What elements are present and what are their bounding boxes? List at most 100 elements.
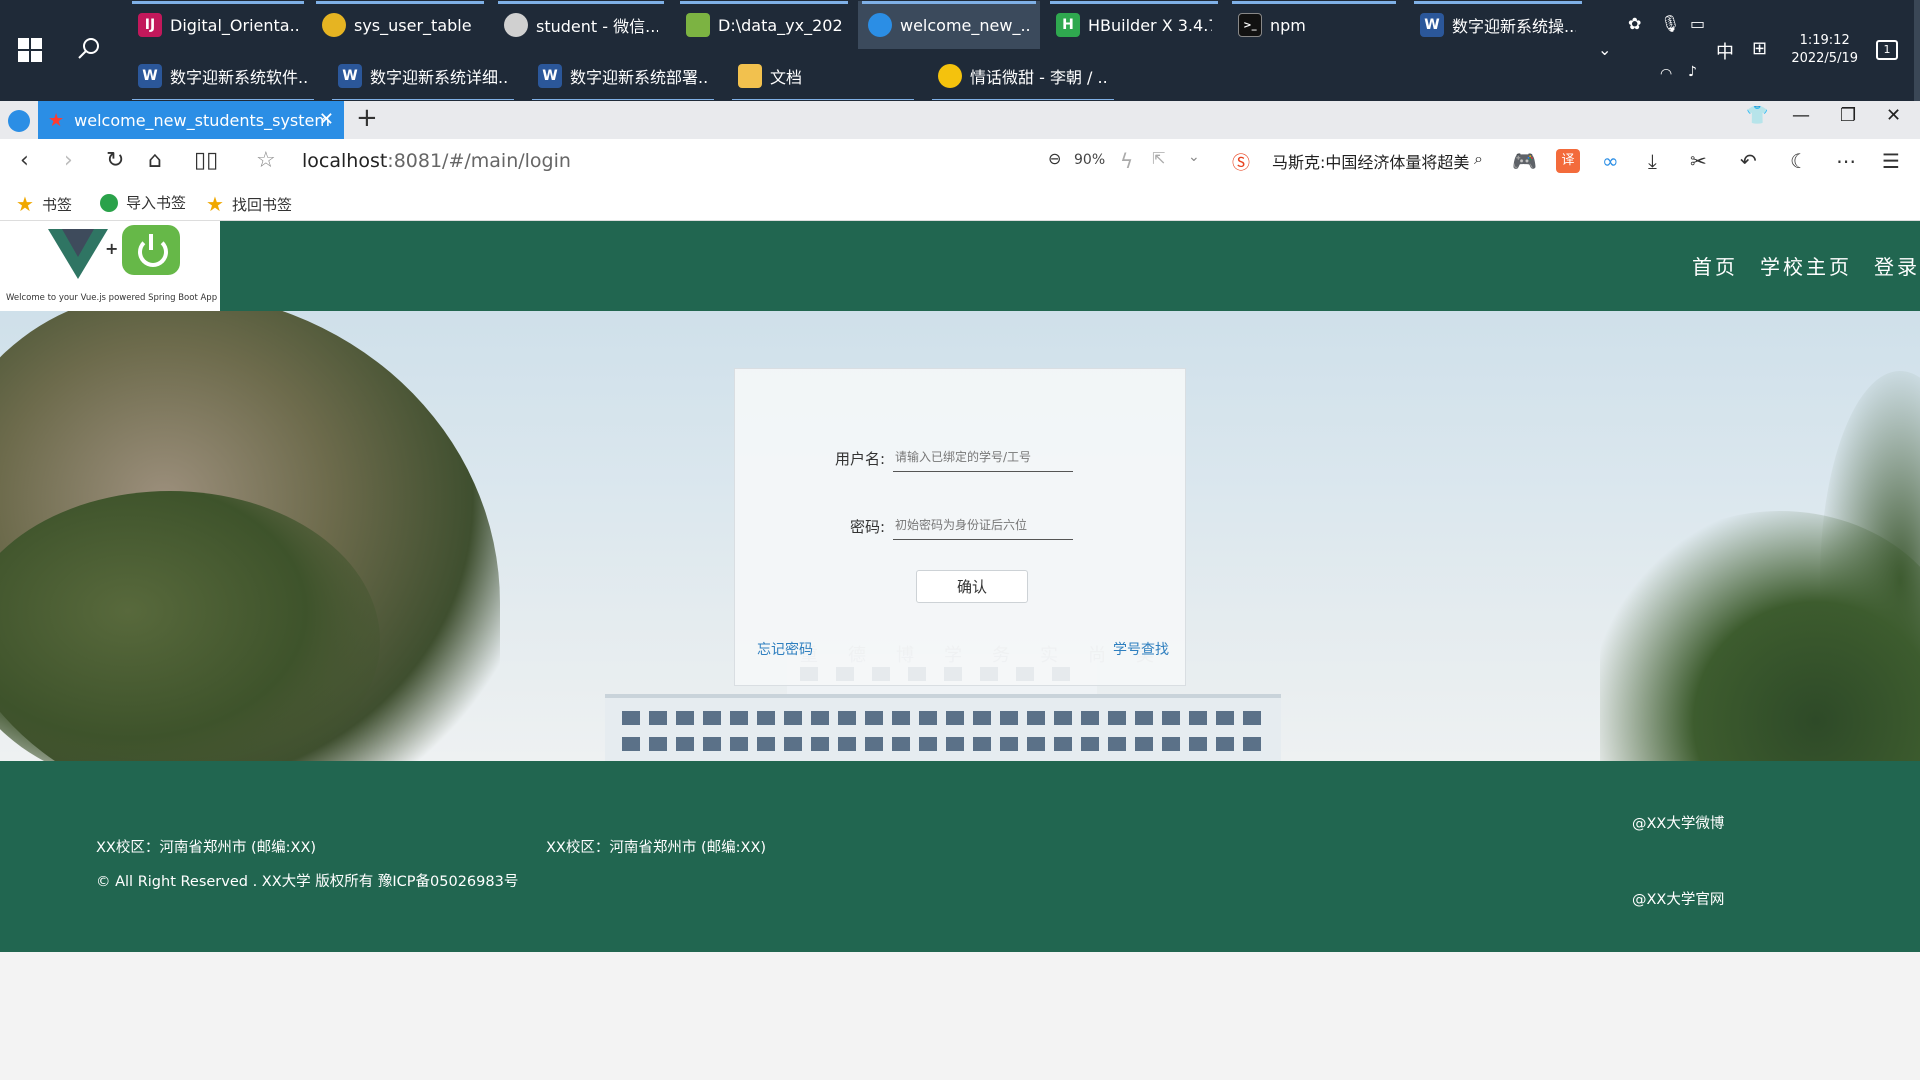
- zoom-level[interactable]: 90%: [1074, 152, 1105, 168]
- chevron-down-icon[interactable]: ⌄: [1188, 149, 1200, 165]
- page-blank-area: [0, 952, 1920, 1080]
- extension-icon[interactable]: ∞: [1602, 149, 1619, 173]
- undo-icon[interactable]: ↶: [1740, 149, 1757, 173]
- taskbar-app-navicat[interactable]: sys_user_table ...: [312, 1, 488, 49]
- taskbar-app-notepad[interactable]: D:\data_yx_202...: [676, 1, 852, 49]
- word-icon: W: [138, 64, 162, 88]
- close-tab-icon[interactable]: ✕: [319, 109, 334, 130]
- bookmark-star-icon[interactable]: ☆: [256, 148, 276, 173]
- scissors-icon[interactable]: ✂: [1690, 149, 1707, 173]
- taskbar-clock[interactable]: 1:19:12 2022/5/19: [1791, 32, 1858, 68]
- taskbar-app-wechat[interactable]: student - 微信...: [494, 1, 668, 49]
- search-engine-icon[interactable]: Ⓢ: [1232, 149, 1250, 175]
- microphone-icon[interactable]: 🎙: [1660, 14, 1680, 33]
- taskbar-app-browser[interactable]: welcome_new_...: [858, 1, 1040, 49]
- taskbar-app-word-1[interactable]: W 数字迎新系统操...: [1410, 1, 1586, 49]
- back-icon[interactable]: ‹: [20, 148, 29, 173]
- building-window: [622, 737, 640, 751]
- notification-center-icon[interactable]: 1: [1876, 40, 1898, 60]
- ime-mode-indicator[interactable]: 中: [1716, 38, 1734, 64]
- search-icon[interactable]: [76, 36, 102, 62]
- footer-campus-1: XX校区：河南省郑州市 (邮编:XX): [96, 840, 317, 856]
- word-icon: W: [338, 64, 362, 88]
- taskbar-app-folder[interactable]: 文档: [728, 52, 918, 100]
- translate-icon[interactable]: 译: [1556, 149, 1580, 173]
- reading-mode-icon[interactable]: ▯▯: [194, 148, 218, 173]
- building-window: [1054, 737, 1072, 751]
- forward-icon[interactable]: ›: [64, 148, 73, 173]
- taskbar-app-label: Digital_Orienta...: [170, 15, 298, 35]
- building-window: [1243, 711, 1261, 725]
- building-window: [730, 711, 748, 725]
- building-window: [838, 711, 856, 725]
- minimize-icon[interactable]: —: [1792, 105, 1810, 126]
- taskbar-app-label: 文档: [770, 68, 803, 87]
- volume-icon[interactable]: ♪: [1688, 64, 1697, 80]
- zoom-icon[interactable]: ⊖: [1048, 149, 1061, 168]
- navicat-icon: [322, 13, 346, 37]
- taskbar-app-npm[interactable]: >_ npm: [1228, 1, 1400, 49]
- building-window: [1000, 737, 1018, 751]
- site-logo[interactable]: + Welcome to your Vue.js powered Spring …: [0, 221, 220, 311]
- footer-weibo-link[interactable]: @XX大学微博: [1632, 812, 1724, 833]
- taskbar-app-label: HBuilder X 3.4.7: [1088, 15, 1212, 35]
- bookmark-recover[interactable]: ★ 找回书签: [206, 192, 292, 216]
- download-icon[interactable]: ⤓: [1648, 149, 1657, 173]
- star-icon: ★: [206, 192, 224, 216]
- building-window: [973, 737, 991, 751]
- wifi-icon[interactable]: ◠: [1660, 66, 1672, 82]
- nav-login[interactable]: 登录: [1874, 251, 1920, 280]
- refresh-icon[interactable]: ↻: [106, 148, 124, 173]
- chevron-down-icon[interactable]: ⌄: [1598, 40, 1611, 59]
- shirt-skin-icon[interactable]: 👕: [1746, 105, 1768, 126]
- close-window-icon[interactable]: ✕: [1886, 105, 1901, 126]
- footer-official-link[interactable]: @XX大学官网: [1632, 888, 1724, 909]
- menu-icon[interactable]: ☰: [1882, 149, 1900, 173]
- browser-logo-icon[interactable]: [8, 110, 30, 132]
- dark-mode-icon[interactable]: ☾: [1790, 149, 1808, 173]
- confirm-button[interactable]: 确认: [916, 570, 1028, 603]
- lightning-icon[interactable]: ϟ: [1120, 149, 1133, 173]
- share-icon[interactable]: ⇱: [1152, 149, 1165, 168]
- keyboard-icon[interactable]: ⊞: [1752, 38, 1767, 59]
- search-icon[interactable]: ⌕: [1474, 149, 1483, 169]
- find-student-id-link[interactable]: 学号查找: [1113, 639, 1169, 659]
- taskbar-app-label: student - 微信...: [536, 17, 658, 36]
- nav-home[interactable]: 首页: [1692, 251, 1738, 280]
- building-window: [838, 737, 856, 751]
- search-suggestion[interactable]: 马斯克:中国经济体量将超美: [1272, 149, 1472, 173]
- tab-welcome[interactable]: ★ welcome_new_students_system ✕: [38, 101, 344, 139]
- taskbar-app-music[interactable]: 情话微甜 - 李朝 / ...: [928, 52, 1118, 100]
- url-field[interactable]: localhost:8081/#/main/login: [302, 150, 571, 172]
- gamepad-icon[interactable]: 🎮: [1512, 149, 1537, 173]
- password-input[interactable]: [893, 510, 1073, 540]
- forgot-password-link[interactable]: 忘记密码: [757, 639, 813, 659]
- url-host: localhost: [302, 150, 388, 172]
- bookmark-import[interactable]: 导入书签: [100, 192, 186, 213]
- taskbar-app-label: D:\data_yx_202...: [718, 15, 842, 35]
- username-input[interactable]: [893, 442, 1073, 472]
- taskbar-app-intellij[interactable]: IJ Digital_Orienta...: [128, 1, 308, 49]
- url-path: :8081/#/main/login: [387, 150, 571, 172]
- building-window: [1081, 711, 1099, 725]
- taskbar-scrollbar[interactable]: [1914, 0, 1920, 101]
- taskbar-app-word-2[interactable]: W 数字迎新系统软件...: [128, 52, 318, 100]
- taskbar-app-word-3[interactable]: W 数字迎新系统详细...: [328, 52, 518, 100]
- flower-icon[interactable]: ✿: [1628, 14, 1641, 33]
- building-window: [1162, 737, 1180, 751]
- building-window: [1135, 737, 1153, 751]
- nav-school-home[interactable]: 学校主页: [1760, 251, 1852, 280]
- building-window: [703, 711, 721, 725]
- new-tab-icon[interactable]: +: [356, 103, 378, 133]
- building-window: [730, 737, 748, 751]
- taskbar-app-hbuilder[interactable]: H HBuilder X 3.4.7: [1046, 1, 1222, 49]
- building-window: [784, 711, 802, 725]
- taskbar-app-word-4[interactable]: W 数字迎新系统部署...: [528, 52, 718, 100]
- building-window: [1054, 711, 1072, 725]
- bookmark-bookmarks[interactable]: ★ 书签: [16, 192, 72, 216]
- windows-start-icon[interactable]: [18, 38, 42, 62]
- home-icon[interactable]: ⌂: [148, 148, 162, 173]
- restore-icon[interactable]: ❐: [1840, 105, 1856, 126]
- more-icon[interactable]: ⋯: [1836, 149, 1856, 173]
- battery-icon[interactable]: ▭: [1690, 14, 1705, 33]
